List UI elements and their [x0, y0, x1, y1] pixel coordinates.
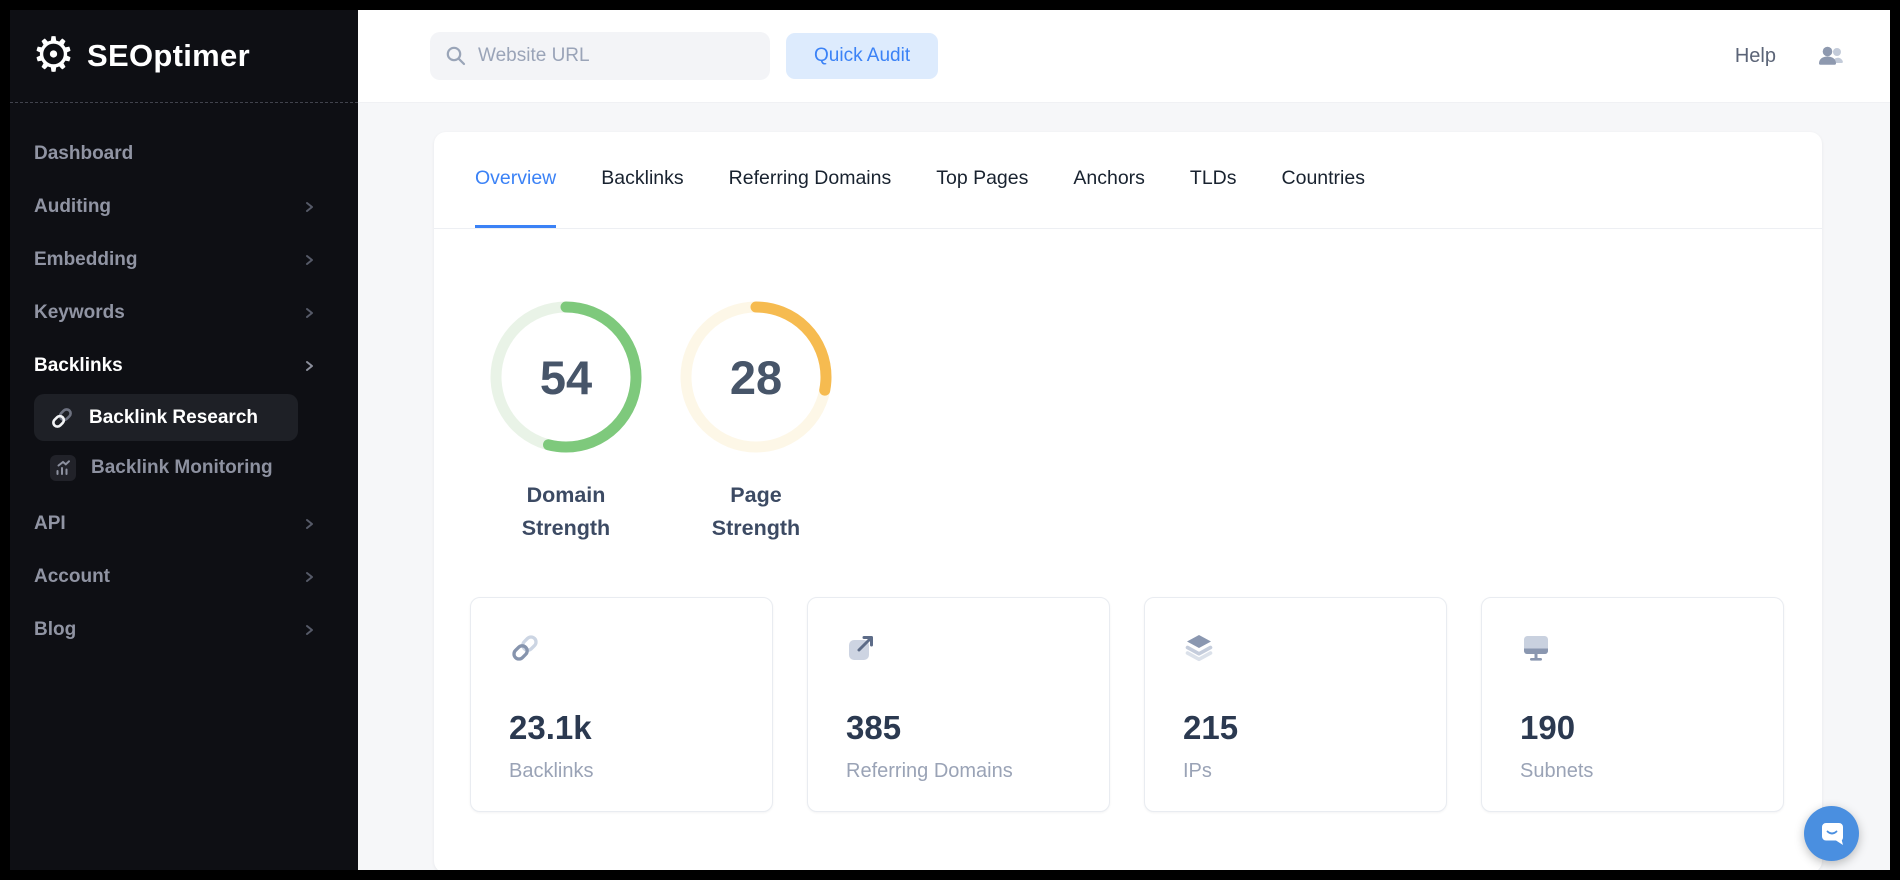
- logo[interactable]: ⚙ SEOptimer: [10, 10, 358, 103]
- gear-logo-icon: ⚙: [32, 29, 76, 82]
- stat-card-ips: 215 IPs: [1144, 597, 1447, 812]
- tab-backlinks[interactable]: Backlinks: [601, 132, 683, 228]
- stat-card-subnets: 190 Subnets: [1481, 597, 1784, 812]
- bar-chart-icon: [50, 454, 76, 481]
- quick-audit-button[interactable]: Quick Audit: [786, 33, 939, 79]
- sidebar-item-api[interactable]: API: [34, 497, 322, 550]
- sidebar-item-label: Keywords: [34, 301, 125, 323]
- brand-name: SEOptimer: [87, 38, 250, 73]
- stat-value: 190: [1520, 709, 1576, 746]
- sidebar-item-dashboard[interactable]: Dashboard: [34, 127, 322, 180]
- topbar: Quick Audit Help: [358, 10, 1890, 103]
- sidebar-item-keywords[interactable]: Keywords: [34, 286, 322, 339]
- tab-bar: Overview Backlinks Referring Domains Top…: [434, 132, 1822, 229]
- user-account-icon[interactable]: [1816, 42, 1846, 70]
- sidebar-subitem-label: Backlink Research: [89, 406, 258, 428]
- sidebar-item-backlinks[interactable]: Backlinks: [34, 339, 322, 392]
- sidebar-nav: Dashboard Auditing Embedding Keywords Ba…: [10, 103, 358, 656]
- tab-countries[interactable]: Countries: [1282, 132, 1365, 228]
- link-icon: [512, 635, 538, 661]
- sidebar-item-label: Embedding: [34, 248, 138, 270]
- sidebar-item-account[interactable]: Account: [34, 550, 322, 603]
- stat-value: 215: [1183, 709, 1239, 746]
- chat-bubble-icon: [1821, 822, 1843, 845]
- external-link-icon: [849, 636, 873, 660]
- stat-label: Referring Domains: [846, 760, 1013, 782]
- stat-card-referring-domains: 385 Referring Domains: [807, 597, 1110, 812]
- monitor-icon: [1524, 636, 1548, 661]
- content-area: Overview Backlinks Referring Domains Top…: [358, 103, 1890, 870]
- sidebar-item-label: API: [34, 512, 66, 534]
- sidebar-subitem-label: Backlink Monitoring: [91, 456, 273, 478]
- chevron-right-icon: [306, 624, 313, 635]
- sidebar-item-auditing[interactable]: Auditing: [34, 180, 322, 233]
- stat-label: IPs: [1183, 760, 1212, 782]
- sidebar-item-label: Dashboard: [34, 142, 134, 164]
- layers-icon: [1185, 635, 1213, 662]
- gauge-ring: 28: [676, 297, 836, 457]
- sidebar-subitem-backlink-research[interactable]: Backlink Research: [34, 394, 298, 441]
- tab-anchors[interactable]: Anchors: [1073, 132, 1145, 228]
- tab-top-pages[interactable]: Top Pages: [936, 132, 1028, 228]
- main-area: Quick Audit Help Overview Backlinks Refe…: [358, 10, 1890, 870]
- backlinks-submenu: Backlink Research Backlink Monitoring: [34, 394, 298, 491]
- backlink-overview-card: Overview Backlinks Referring Domains Top…: [434, 132, 1822, 870]
- chevron-right-icon: [306, 571, 313, 582]
- stat-value: 23.1k: [509, 709, 592, 746]
- page-strength-gauge: 28 Page Strength: [676, 297, 836, 545]
- stat-label: Subnets: [1520, 760, 1594, 782]
- app-window: ⚙ SEOptimer Dashboard Auditing Embedding…: [0, 0, 1900, 880]
- sidebar-subitem-backlink-monitoring[interactable]: Backlink Monitoring: [34, 444, 298, 491]
- sidebar-item-label: Blog: [34, 618, 77, 640]
- help-link[interactable]: Help: [1735, 45, 1776, 68]
- tab-tlds[interactable]: TLDs: [1190, 132, 1237, 228]
- chat-widget-button[interactable]: [1804, 806, 1859, 861]
- tab-overview[interactable]: Overview: [475, 132, 557, 228]
- sidebar-item-blog[interactable]: Blog: [34, 603, 322, 656]
- sidebar-item-label: Account: [34, 565, 110, 587]
- page-strength-label: Page Strength: [711, 483, 801, 540]
- stat-value: 385: [846, 709, 902, 746]
- domain-strength-label: Domain Strength: [521, 483, 611, 540]
- strength-gauges: 54 Domain Strength 28 Page Strength: [434, 229, 1822, 545]
- gauge-ring: 54: [486, 297, 646, 457]
- page-strength-value: 28: [729, 350, 783, 404]
- sidebar-item-label: Backlinks: [34, 354, 123, 376]
- chevron-right-icon: [306, 307, 313, 318]
- sidebar: ⚙ SEOptimer Dashboard Auditing Embedding…: [10, 10, 358, 870]
- tab-referring-domains[interactable]: Referring Domains: [729, 132, 892, 228]
- domain-strength-value: 54: [539, 350, 593, 404]
- search-input[interactable]: [478, 45, 756, 67]
- stat-label: Backlinks: [509, 760, 594, 782]
- stat-card-backlinks: 23.1k Backlinks: [470, 597, 773, 812]
- stat-cards: 23.1k Backlinks 385 Referring Domains 21…: [434, 545, 1822, 812]
- link-icon: [52, 407, 72, 428]
- chevron-right-icon: [306, 201, 313, 212]
- chevron-right-icon: [306, 360, 313, 371]
- website-url-search[interactable]: [430, 32, 770, 80]
- chevron-right-icon: [306, 254, 313, 265]
- search-icon: [446, 46, 466, 66]
- chevron-right-icon: [306, 518, 313, 529]
- sidebar-item-embedding[interactable]: Embedding: [34, 233, 322, 286]
- sidebar-item-label: Auditing: [34, 195, 112, 217]
- domain-strength-gauge: 54 Domain Strength: [486, 297, 646, 545]
